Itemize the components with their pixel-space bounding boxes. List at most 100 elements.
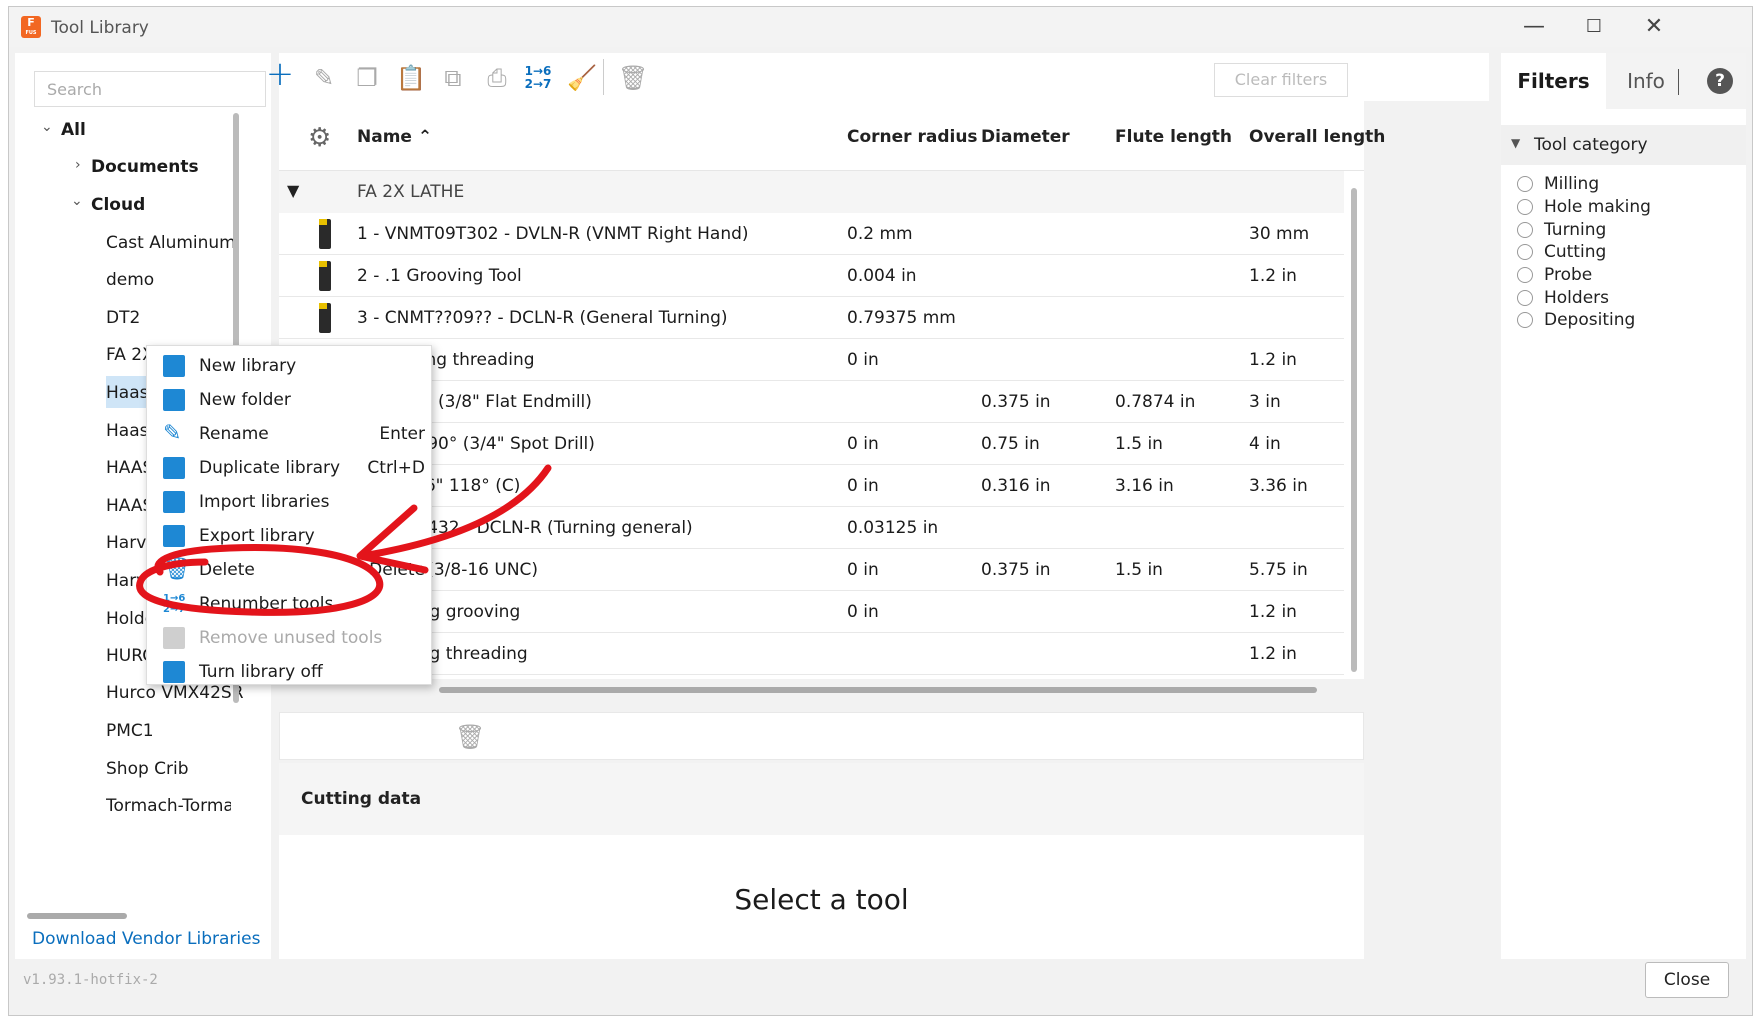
filters-panel: Filters Info ? ▼ Tool category Milling H… [1501, 53, 1746, 959]
radio-button[interactable] [1517, 222, 1533, 238]
tree-item-library[interactable]: Cast Aluminum [106, 233, 236, 253]
tree-item-library[interactable]: Haas [106, 383, 148, 403]
clear-filters-button[interactable]: Clear filters [1214, 63, 1348, 97]
menu-item-export-library[interactable]: Export library [147, 518, 433, 554]
cell-diameter: 0.75 in [981, 434, 1040, 454]
table-row[interactable]: 4 - Turning threading 0 in 1.2 in [279, 339, 1344, 381]
close-window-icon[interactable]: ✕ [1624, 7, 1684, 47]
collapse-triangle-icon[interactable]: ▼ [1511, 136, 1520, 150]
column-header-overall-length[interactable]: Overall length [1249, 127, 1385, 147]
select-a-tool-message: Select a tool [734, 883, 909, 916]
cell-name: " 90° (3/4" Spot Drill) [414, 434, 595, 454]
tool-category-header[interactable]: ▼ Tool category [1501, 125, 1746, 165]
radio-button[interactable] [1517, 199, 1533, 215]
menu-item-renumber-tools[interactable]: 1→6 2→7 Renumber tools [147, 586, 433, 622]
column-header-diameter[interactable]: Diameter [981, 127, 1070, 147]
tree-item-library[interactable]: Shop Crib [106, 759, 189, 779]
tree-item-library[interactable]: Tormach-Tormac [106, 796, 231, 816]
cell-corner-radius: 0.03125 in [847, 518, 939, 538]
toolbar-separator [603, 59, 604, 95]
tree-item-cloud[interactable]: Cloud [91, 195, 145, 215]
cell-name: G432 - DCLN-R (Turning general) [414, 518, 693, 538]
table-horizontal-scrollbar[interactable] [439, 687, 1317, 693]
cell-corner-radius: 0 in [847, 602, 879, 622]
cell-diameter: 0.375 in [981, 392, 1051, 412]
tab-separator [1678, 69, 1679, 95]
tool-toolbar: + ✎ ❐ 📋 ⧉ ⎙ 1→6 2→7 🧹 🗑 Clear filters [266, 53, 1489, 101]
search-input[interactable]: Search [34, 71, 266, 107]
cell-diameter: 0.316 in [981, 476, 1051, 496]
menu-item-duplicate-library[interactable]: Duplicate library Ctrl+D [147, 450, 433, 486]
table-row[interactable]: ing threading 1.2 in [279, 633, 1344, 675]
tab-filters[interactable]: Filters [1501, 53, 1606, 109]
group-row[interactable]: ▼ FA 2X LATHE [279, 171, 1344, 213]
close-button[interactable]: Close [1645, 962, 1729, 998]
broom-icon[interactable]: 🧹 [567, 63, 597, 93]
table-row[interactable]: ing grooving 0 in 1.2 in [279, 591, 1344, 633]
cell-diameter: 0.375 in [981, 560, 1051, 580]
radio-button[interactable] [1517, 244, 1533, 260]
help-icon[interactable]: ? [1707, 68, 1733, 94]
trash-icon[interactable]: 🗑 [455, 723, 485, 751]
table-vertical-scrollbar[interactable] [1351, 188, 1357, 672]
menu-item-new-folder[interactable]: New folder [147, 382, 433, 418]
radio-button[interactable] [1517, 267, 1533, 283]
chevron-down-icon[interactable]: ⌄ [41, 119, 53, 135]
table-row[interactable]: 2 - .1 Grooving Tool 0.004 in 1.2 in [279, 255, 1344, 297]
library-context-menu: New library New folder ✎ Rename Enter Du… [146, 345, 432, 685]
menu-item-turn-library-off[interactable]: Turn library off [147, 654, 433, 690]
tree-item-all[interactable]: All [61, 120, 86, 140]
print-icon[interactable]: ⎙ [482, 63, 512, 93]
cell-flute-length: 0.7874 in [1115, 392, 1196, 412]
library-off-icon [163, 661, 185, 683]
table-row[interactable]: 3 - CNMT??09?? - DCLN-R (General Turning… [279, 297, 1344, 339]
cell-overall-length: 1.2 in [1249, 644, 1297, 664]
duplicate-icon[interactable]: ⧉ [438, 63, 468, 93]
tree-item-library[interactable]: PMC1 [106, 721, 154, 741]
cell-overall-length: 1.2 in [1249, 266, 1297, 286]
table-row[interactable]: 16" 118° (C) 0 in 0.316 in 3.16 in 3.36 … [279, 465, 1344, 507]
edit-pencil-icon[interactable]: ✎ [309, 63, 339, 93]
tree-item-library[interactable]: DT2 [106, 308, 140, 328]
cutting-data-header: Cutting data [279, 763, 1364, 835]
chevron-right-icon[interactable]: › [75, 157, 81, 173]
menu-item-new-library[interactable]: New library [147, 348, 433, 384]
radio-button[interactable] [1517, 290, 1533, 306]
menu-item-remove-unused-tools[interactable]: Remove unused tools [147, 620, 433, 656]
menu-item-import-libraries[interactable]: Import libraries [147, 484, 433, 520]
column-header-flute-length[interactable]: Flute length [1115, 127, 1232, 147]
table-row[interactable]: " (3/8-16 UNC) 0 in 0.375 in 1.5 in 5.75… [279, 549, 1344, 591]
tree-item-documents[interactable]: Documents [91, 157, 199, 177]
tool-table: ⚙ Name ⌃ Corner radius Diameter Flute le… [279, 101, 1385, 693]
menu-item-rename[interactable]: ✎ Rename Enter [147, 416, 433, 452]
copy-icon[interactable]: ❐ [352, 63, 382, 93]
renumber-icon[interactable]: 1→6 2→7 [523, 65, 553, 95]
column-header-corner-radius[interactable]: Corner radius [847, 127, 978, 147]
trash-icon[interactable]: 🗑 [618, 63, 648, 93]
table-row[interactable]: " 90° (3/4" Spot Drill) 0 in 0.75 in 1.5… [279, 423, 1344, 465]
column-header-name[interactable]: Name ⌃ [357, 127, 432, 147]
tree-item-library[interactable]: demo [106, 270, 154, 290]
cutting-data-toolbar: 🗑 [279, 712, 1364, 760]
renumber-icon: 1→6 2→7 [163, 593, 186, 615]
minimize-icon[interactable]: — [1504, 7, 1564, 47]
tab-info[interactable]: Info [1606, 53, 1686, 109]
cell-name: 2 - .1 Grooving Tool [357, 266, 522, 286]
download-vendor-libraries-link[interactable]: Download Vendor Libraries [32, 929, 260, 949]
table-row[interactable]: G432 - DCLN-R (Turning general) 0.03125 … [279, 507, 1344, 549]
collapse-triangle-icon[interactable]: ▼ [287, 181, 299, 200]
gear-icon[interactable]: ⚙ [308, 123, 331, 153]
table-row[interactable]: 1 - VNMT09T302 - DVLN-R (VNMT Right Hand… [279, 213, 1344, 255]
paste-icon[interactable]: 📋 [396, 63, 426, 93]
menu-item-delete[interactable]: 🗑 Delete Delete [147, 552, 433, 588]
add-tool-icon[interactable]: + [265, 57, 295, 91]
tree-item-library[interactable]: Haas [106, 421, 148, 441]
tool-details-area: Select a tool [279, 835, 1364, 959]
cell-overall-length: 1.2 in [1249, 350, 1297, 370]
radio-button[interactable] [1517, 176, 1533, 192]
maximize-icon[interactable]: ☐ [1564, 7, 1624, 47]
chevron-down-icon[interactable]: ⌄ [71, 193, 83, 209]
table-row[interactable]: 3" (3/8" Flat Endmill) 0.375 in 0.7874 i… [279, 381, 1344, 423]
radio-button[interactable] [1517, 312, 1533, 328]
tree-horizontal-scrollbar[interactable] [27, 913, 127, 919]
